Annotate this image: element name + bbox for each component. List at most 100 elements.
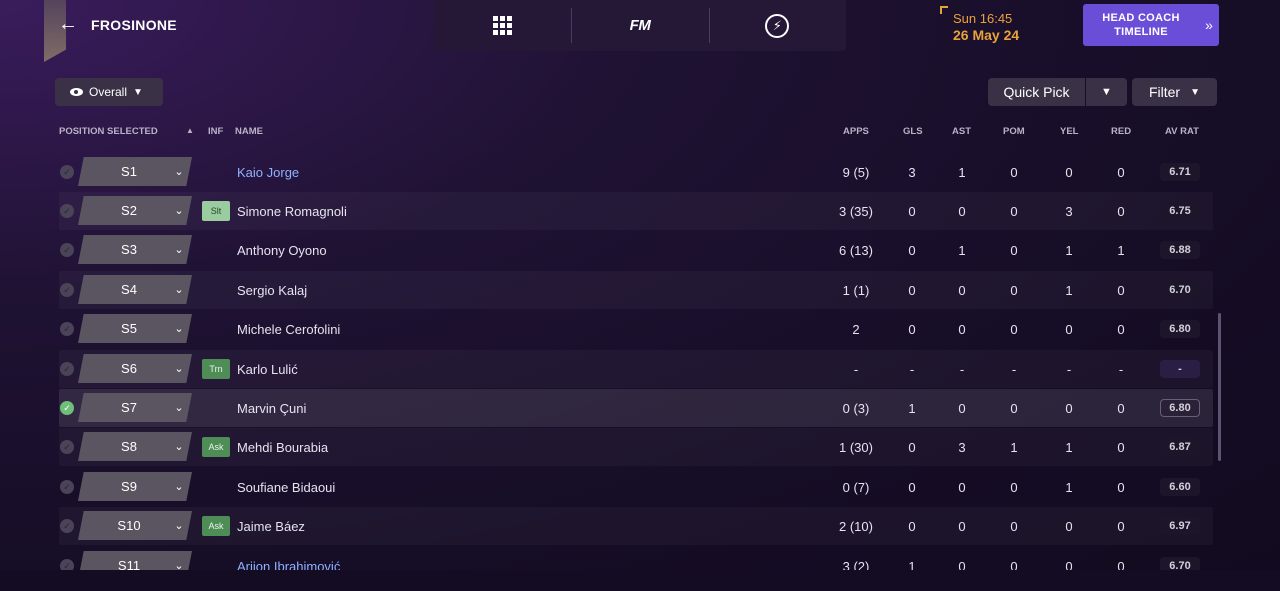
- quick-pick-button[interactable]: Quick Pick: [988, 78, 1085, 106]
- apps-value: 2 (10): [839, 519, 873, 534]
- position-selector[interactable]: S8 ⌄: [78, 432, 192, 461]
- influence-badge: Ask: [202, 437, 230, 457]
- col-pom[interactable]: POM: [1003, 126, 1025, 137]
- pom-value: 0: [1010, 401, 1018, 416]
- club-name[interactable]: FROSINONE: [91, 17, 177, 33]
- row-checkbox[interactable]: ✓: [60, 204, 74, 218]
- red-value: 0: [1117, 283, 1125, 298]
- ast-value: 1: [958, 165, 966, 180]
- player-name[interactable]: Michele Cerofolini: [237, 322, 340, 337]
- apps-value: 0 (3): [842, 401, 870, 416]
- ast-value: 0: [958, 322, 966, 337]
- eye-icon: [70, 88, 83, 96]
- pom-value: 0: [1010, 283, 1018, 298]
- chevron-down-icon: ⌄: [174, 520, 184, 532]
- avrat-badge: 6.75: [1160, 202, 1200, 220]
- table-row[interactable]: ✓ S4 ⌄ Sergio Kalaj 1 (1) 0 0 0 1 0 6.70: [59, 271, 1213, 309]
- col-ast[interactable]: AST: [952, 126, 971, 137]
- row-checkbox[interactable]: ✓: [60, 362, 74, 376]
- view-selector[interactable]: Overall ▼: [55, 78, 163, 106]
- table-row[interactable]: ✓ S6 ⌄ Trn Karlo Lulić - - - - - - -: [59, 350, 1213, 388]
- position-selector[interactable]: S5 ⌄: [78, 314, 192, 343]
- game-date[interactable]: Sun 16:45 26 May 24: [940, 6, 1035, 46]
- sort-ascending-icon[interactable]: ▲: [186, 126, 194, 135]
- gls-value: 0: [908, 283, 916, 298]
- position-selector[interactable]: S9 ⌄: [78, 472, 192, 501]
- col-gls[interactable]: GLS: [903, 126, 923, 137]
- player-name[interactable]: Kaio Jorge: [237, 165, 299, 180]
- row-checkbox[interactable]: ✓: [60, 165, 74, 179]
- filter-button[interactable]: Filter ▼: [1132, 78, 1217, 106]
- quick-pick-dropdown[interactable]: ▼: [1086, 78, 1127, 106]
- row-checkbox[interactable]: ✓: [60, 480, 74, 494]
- table-row[interactable]: ✓ S8 ⌄ Ask Mehdi Bourabia 1 (30) 0 3 1 1 …: [59, 428, 1213, 466]
- avrat-badge: -: [1160, 360, 1200, 378]
- player-name[interactable]: Simone Romagnoli: [237, 204, 347, 219]
- table-row[interactable]: ✓ S5 ⌄ Michele Cerofolini 2 0 0 0 0 0 6.8…: [59, 310, 1213, 348]
- chevron-down-icon: ⌄: [174, 441, 184, 453]
- menu-grid-button[interactable]: [434, 0, 571, 51]
- col-inf[interactable]: INF: [208, 126, 223, 137]
- table-row[interactable]: ✓ S1 ⌄ Kaio Jorge 9 (5) 3 1 0 0 0 6.71: [59, 153, 1213, 191]
- table-row[interactable]: ✓ S2 ⌄ Slt Simone Romagnoli 3 (35) 0 0 0 …: [59, 192, 1213, 230]
- row-checkbox[interactable]: ✓: [60, 519, 74, 533]
- avrat-badge: 6.88: [1160, 241, 1200, 259]
- row-checkbox[interactable]: ✓: [60, 243, 74, 257]
- date-corner: [940, 6, 948, 14]
- row-checkbox[interactable]: ✓: [60, 322, 74, 336]
- table-row[interactable]: ✓ S9 ⌄ Soufiane Bidaoui 0 (7) 0 0 0 1 0 6…: [59, 468, 1213, 506]
- chevron-down-icon: ⌄: [174, 481, 184, 493]
- table-row[interactable]: ✓ S3 ⌄ Anthony Oyono 6 (13) 0 1 0 1 1 6.8…: [59, 231, 1213, 269]
- player-name[interactable]: Sergio Kalaj: [237, 283, 307, 298]
- scrollbar[interactable]: [1218, 313, 1221, 461]
- chevron-down-icon: ⌄: [174, 284, 184, 296]
- ast-value: 0: [958, 480, 966, 495]
- avrat-badge: 6.70: [1160, 557, 1200, 571]
- head-coach-timeline-button[interactable]: HEAD COACH TIMELINE »: [1083, 4, 1219, 46]
- fm-logo: FM: [629, 17, 651, 34]
- position-selector[interactable]: S2 ⌄: [78, 196, 192, 225]
- gls-value: 0: [908, 322, 916, 337]
- player-name[interactable]: Anthony Oyono: [237, 243, 327, 258]
- position-selector[interactable]: S11 ⌄: [78, 551, 192, 571]
- row-checkbox[interactable]: ✓: [60, 440, 74, 454]
- col-red[interactable]: RED: [1111, 126, 1131, 137]
- player-name[interactable]: Mehdi Bourabia: [237, 440, 328, 455]
- col-yel[interactable]: YEL: [1060, 126, 1078, 137]
- position-selector[interactable]: S1 ⌄: [78, 157, 192, 186]
- table-header: POSITION SELECTED ▲ INF NAME APPS GLS AS…: [0, 124, 1280, 140]
- table-row[interactable]: ✓ S10 ⌄ Ask Jaime Báez 2 (10) 0 0 0 0 0 6…: [59, 507, 1213, 545]
- col-name[interactable]: NAME: [235, 126, 263, 137]
- table-row[interactable]: ✓ S7 ⌄ Marvin Çuni 0 (3) 1 0 0 0 0 6.80: [59, 389, 1213, 427]
- player-name[interactable]: Soufiane Bidaoui: [237, 480, 335, 495]
- gls-value: 0: [908, 440, 916, 455]
- position-selector[interactable]: S6 ⌄: [78, 354, 192, 383]
- player-name[interactable]: Marvin Çuni: [237, 401, 306, 416]
- position-selector[interactable]: S4 ⌄: [78, 275, 192, 304]
- player-name[interactable]: Jaime Báez: [237, 519, 305, 534]
- yel-value: 1: [1065, 283, 1073, 298]
- back-arrow-icon[interactable]: ←: [56, 12, 80, 36]
- row-checkbox[interactable]: ✓: [60, 401, 74, 415]
- gls-value: 0: [908, 243, 916, 258]
- pom-value: 0: [1010, 480, 1018, 495]
- position-selector[interactable]: S3 ⌄: [78, 235, 192, 264]
- pom-value: 0: [1010, 204, 1018, 219]
- red-value: 0: [1117, 204, 1125, 219]
- quick-actions-button[interactable]: ⚡︎: [708, 0, 846, 51]
- table-row[interactable]: ✓ S11 ⌄ Arijon Ibrahimović 3 (2) 1 0 0 0 …: [59, 547, 1213, 571]
- col-position[interactable]: POSITION SELECTED: [59, 126, 158, 137]
- row-checkbox[interactable]: ✓: [60, 283, 74, 297]
- position-selector[interactable]: S7 ⌄: [78, 393, 192, 422]
- col-avrat[interactable]: AV RAT: [1165, 126, 1199, 137]
- yel-value: 0: [1065, 165, 1073, 180]
- avrat-badge: 6.71: [1160, 163, 1200, 181]
- player-name[interactable]: Karlo Lulić: [237, 362, 298, 377]
- fm-home-button[interactable]: FM: [571, 0, 708, 51]
- position-selector[interactable]: S10 ⌄: [78, 511, 192, 540]
- double-chevron-right-icon: »: [1205, 17, 1213, 33]
- position-label: S1: [121, 164, 137, 179]
- influence-badge: Trn: [202, 359, 230, 379]
- date-day: 26 May 24: [953, 27, 1020, 43]
- col-apps[interactable]: APPS: [843, 126, 869, 137]
